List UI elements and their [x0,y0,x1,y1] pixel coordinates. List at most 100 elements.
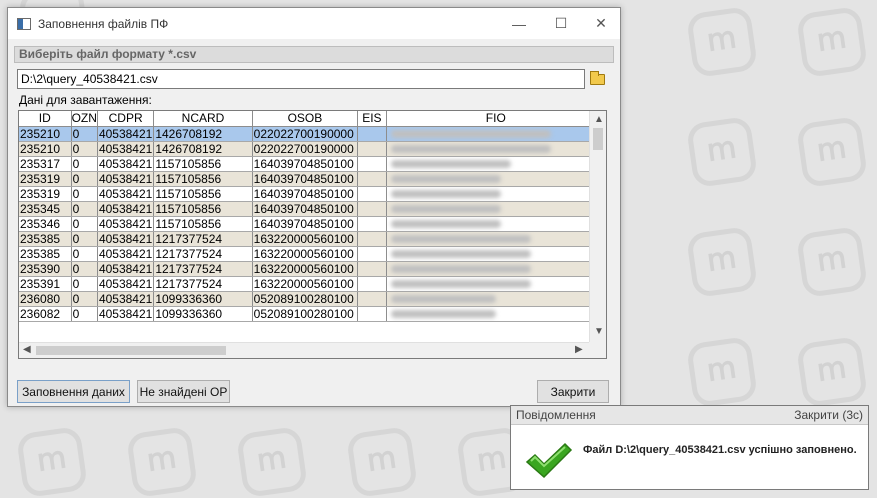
horizontal-scroll-thumb[interactable] [36,346,226,355]
table-row[interactable]: 235319 0 40538421 1157105856 164039704850100 [19,171,606,187]
table-row[interactable]: 235345 0 40538421 1157105856 164039704850100 [19,201,606,217]
cell-cdpr[interactable]: 40538421 [97,141,155,157]
cell-ncard[interactable]: 1426708192 [153,126,253,142]
cell-eis[interactable] [357,231,387,247]
cell-fio[interactable] [386,246,606,262]
cell-ozn[interactable]: 0 [71,126,98,142]
cell-ozn[interactable]: 0 [71,246,98,262]
cell-id[interactable]: 235319 [19,171,72,187]
cell-cdpr[interactable]: 40538421 [97,156,155,172]
cell-osob[interactable]: 164039704850100 [252,156,359,172]
cell-eis[interactable] [357,246,387,262]
cell-ozn[interactable]: 0 [71,171,98,187]
cell-cdpr[interactable]: 40538421 [97,171,155,187]
cell-osob[interactable]: 164039704850100 [252,201,359,217]
cell-osob[interactable]: 164039704850100 [252,216,359,232]
fill-data-button[interactable]: Заповнення даних [17,380,130,403]
column-header-ozn[interactable]: OZN [71,111,98,127]
cell-ncard[interactable]: 1157105856 [153,216,253,232]
cell-id[interactable]: 236080 [19,291,72,307]
cell-fio[interactable] [386,156,606,172]
cell-fio[interactable] [386,231,606,247]
cell-ncard[interactable]: 1099336360 [153,291,253,307]
cell-eis[interactable] [357,291,387,307]
cell-cdpr[interactable]: 40538421 [97,276,155,292]
cell-ncard[interactable]: 1157105856 [153,186,253,202]
scroll-up-icon[interactable]: ▲ [594,113,604,127]
cell-id[interactable]: 235385 [19,246,72,262]
cell-eis[interactable] [357,276,387,292]
cell-osob[interactable]: 164039704850100 [252,186,359,202]
table-row[interactable]: 236082 0 40538421 1099336360 052089100280100 [19,306,606,322]
cell-fio[interactable] [386,201,606,217]
cell-ozn[interactable]: 0 [71,276,98,292]
cell-eis[interactable] [357,306,387,322]
scroll-down-icon[interactable]: ▼ [594,325,604,339]
horizontal-scrollbar[interactable]: ◀ ▶ [19,342,590,358]
column-header-fio[interactable]: FIO [386,111,606,127]
cell-eis[interactable] [357,216,387,232]
file-path-input[interactable]: D:\2\query_40538421.csv [17,69,585,89]
cell-ozn[interactable]: 0 [71,201,98,217]
cell-id[interactable]: 235345 [19,201,72,217]
cell-id[interactable]: 235210 [19,126,72,142]
cell-ncard[interactable]: 1157105856 [153,171,253,187]
cell-eis[interactable] [357,186,387,202]
cell-ozn[interactable]: 0 [71,291,98,307]
cell-ozn[interactable]: 0 [71,156,98,172]
cell-ozn[interactable]: 0 [71,261,98,277]
cell-fio[interactable] [386,141,606,157]
column-header-cdpr[interactable]: CDPR [97,111,155,127]
cell-id[interactable]: 235385 [19,231,72,247]
cell-cdpr[interactable]: 40538421 [97,291,155,307]
cell-ncard[interactable]: 1217377524 [153,261,253,277]
table-row[interactable]: 235390 0 40538421 1217377524 163220000560100 [19,261,606,277]
title-bar[interactable]: Заповнення файлів ПФ — ☐ ✕ [8,8,620,39]
cell-cdpr[interactable]: 40538421 [97,216,155,232]
table-row[interactable]: 235210 0 40538421 1426708192 022022700190000 [19,141,606,157]
cell-fio[interactable] [386,126,606,142]
cell-cdpr[interactable]: 40538421 [97,306,155,322]
scroll-right-icon[interactable]: ▶ [575,343,583,357]
table-row[interactable]: 235319 0 40538421 1157105856 164039704850100 [19,186,606,202]
cell-ncard[interactable]: 1217377524 [153,231,253,247]
close-window-button[interactable]: ✕ [581,8,621,39]
table-row[interactable]: 235346 0 40538421 1157105856 164039704850100 [19,216,606,232]
cell-eis[interactable] [357,261,387,277]
close-button[interactable]: Закрити [537,380,609,403]
table-row[interactable]: 235385 0 40538421 1217377524 163220000560100 [19,246,606,262]
column-header-osob[interactable]: OSOB [252,111,359,127]
cell-osob[interactable]: 022022700190000 [252,141,359,157]
cell-osob[interactable]: 163220000560100 [252,231,359,247]
notification-close-button[interactable]: Закрити (3с) [794,408,863,422]
table-row[interactable]: 236080 0 40538421 1099336360 052089100280100 [19,291,606,307]
cell-osob[interactable]: 163220000560100 [252,276,359,292]
cell-ozn[interactable]: 0 [71,231,98,247]
column-header-id[interactable]: ID [19,111,72,127]
cell-fio[interactable] [386,216,606,232]
cell-id[interactable]: 235317 [19,156,72,172]
cell-id[interactable]: 235390 [19,261,72,277]
cell-id[interactable]: 235210 [19,141,72,157]
cell-eis[interactable] [357,141,387,157]
cell-fio[interactable] [386,171,606,187]
cell-fio[interactable] [386,261,606,277]
cell-eis[interactable] [357,201,387,217]
cell-cdpr[interactable]: 40538421 [97,246,155,262]
vertical-scrollbar[interactable]: ▲ ▼ [589,111,606,343]
cell-id[interactable]: 236082 [19,306,72,322]
table-row[interactable]: 235391 0 40538421 1217377524 163220000560100 [19,276,606,292]
cell-eis[interactable] [357,156,387,172]
cell-eis[interactable] [357,126,387,142]
cell-ncard[interactable]: 1426708192 [153,141,253,157]
cell-fio[interactable] [386,186,606,202]
vertical-scroll-thumb[interactable] [593,128,603,150]
table-row[interactable]: 235210 0 40538421 1426708192 022022700190000 [19,126,606,142]
column-header-ncard[interactable]: NCARD [153,111,253,127]
cell-ncard[interactable]: 1217377524 [153,276,253,292]
cell-ozn[interactable]: 0 [71,216,98,232]
cell-osob[interactable]: 163220000560100 [252,246,359,262]
cell-ncard[interactable]: 1099336360 [153,306,253,322]
browse-folder-button[interactable] [587,69,607,89]
cell-fio[interactable] [386,276,606,292]
